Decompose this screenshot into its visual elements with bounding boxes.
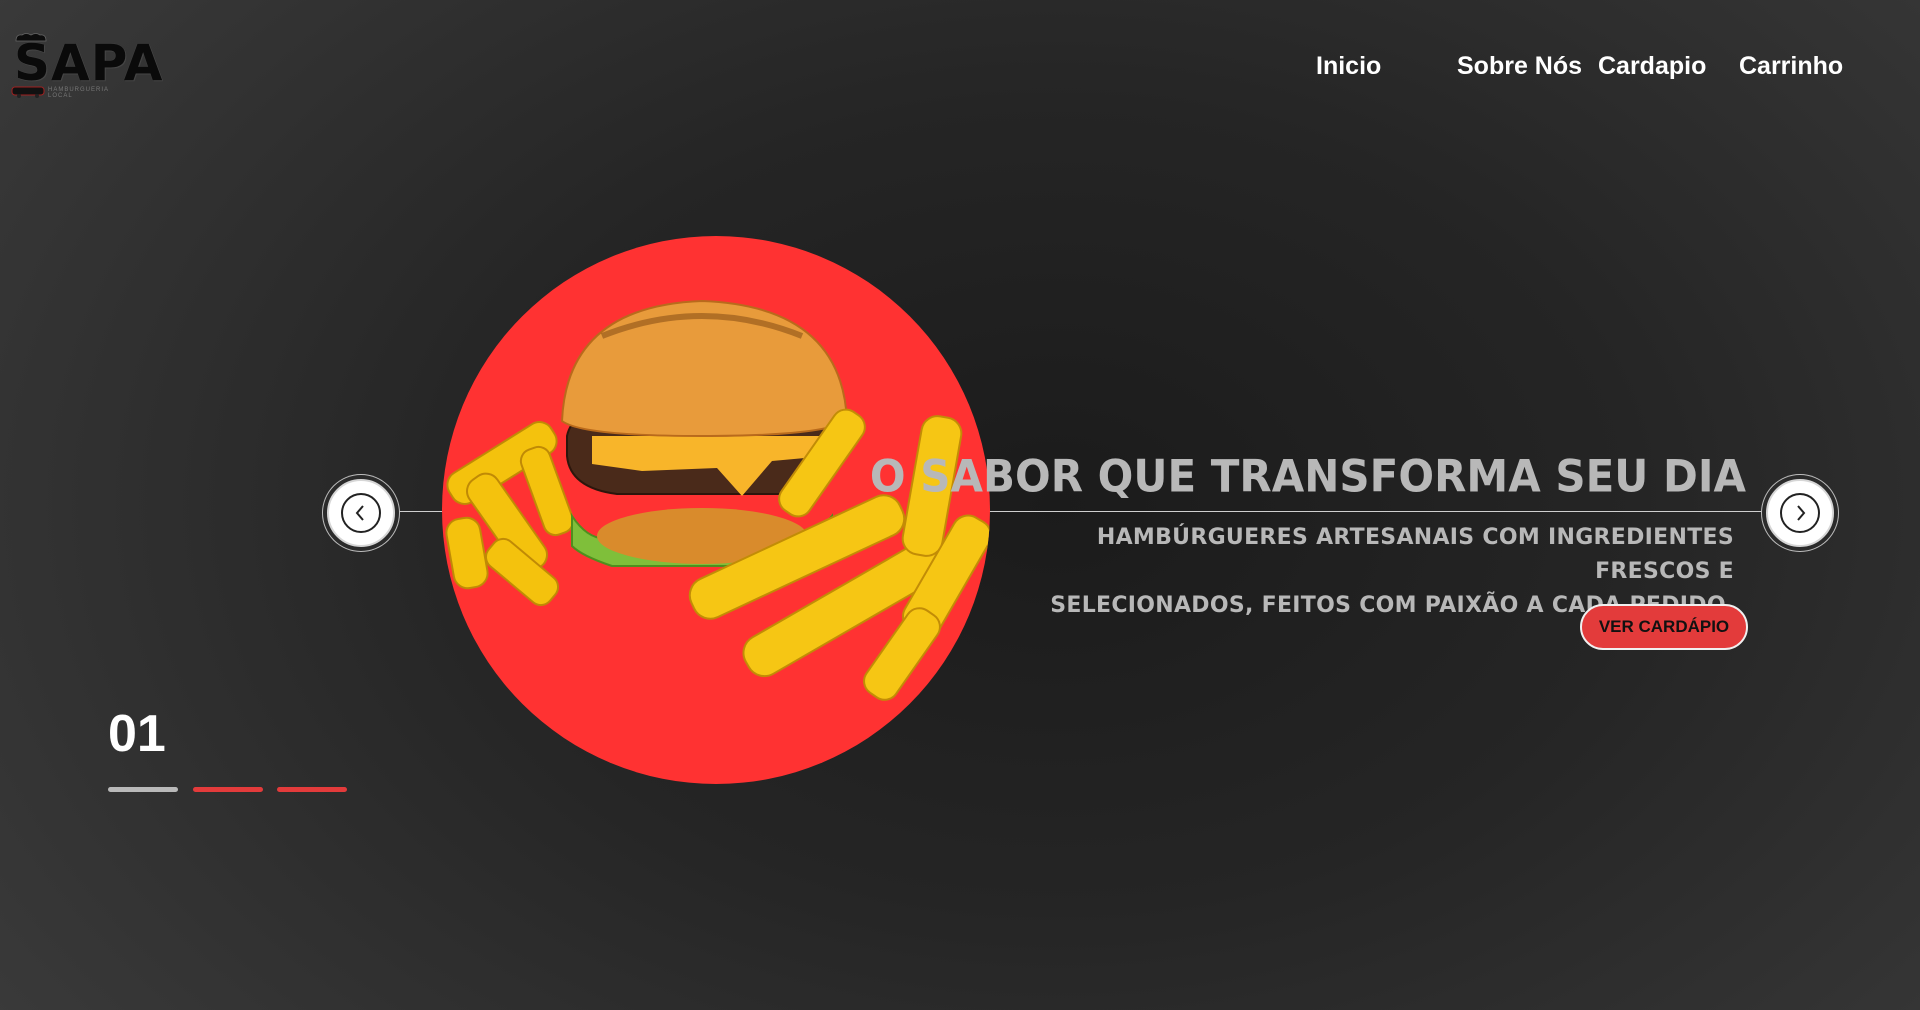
prev-slide-button[interactable]	[327, 479, 395, 547]
nav-inicio[interactable]: Inicio	[1316, 52, 1381, 81]
divider-line-left	[392, 511, 444, 512]
slide-indicator-1[interactable]	[108, 787, 178, 792]
nav-cardapio[interactable]: Cardapio	[1598, 52, 1706, 81]
hero-headline: O SABOR QUE TRANSFORMA SEU DIA	[869, 450, 1746, 503]
slide-indicator-2[interactable]	[193, 787, 263, 792]
chevron-right-icon	[1780, 493, 1820, 533]
main-nav: Inicio Sobre Nós Cardapio Carrinho	[0, 52, 1920, 92]
burger-fries-image	[442, 236, 990, 784]
divider-line-right	[988, 511, 1768, 512]
nav-carrinho[interactable]: Carrinho	[1739, 52, 1843, 81]
chevron-left-icon	[341, 493, 381, 533]
nav-sobre-nos[interactable]: Sobre Nós	[1457, 52, 1582, 81]
slide-indicator-3[interactable]	[277, 787, 347, 792]
fries-left	[445, 421, 575, 607]
view-menu-button[interactable]: VER CARDÁPIO	[1580, 604, 1748, 650]
slide-counter: 01	[108, 705, 166, 763]
hero-subtitle-line1: HAMBÚRGUERES ARTESANAIS COM INGREDIENTES…	[1096, 525, 1734, 584]
next-slide-button[interactable]	[1766, 479, 1834, 547]
